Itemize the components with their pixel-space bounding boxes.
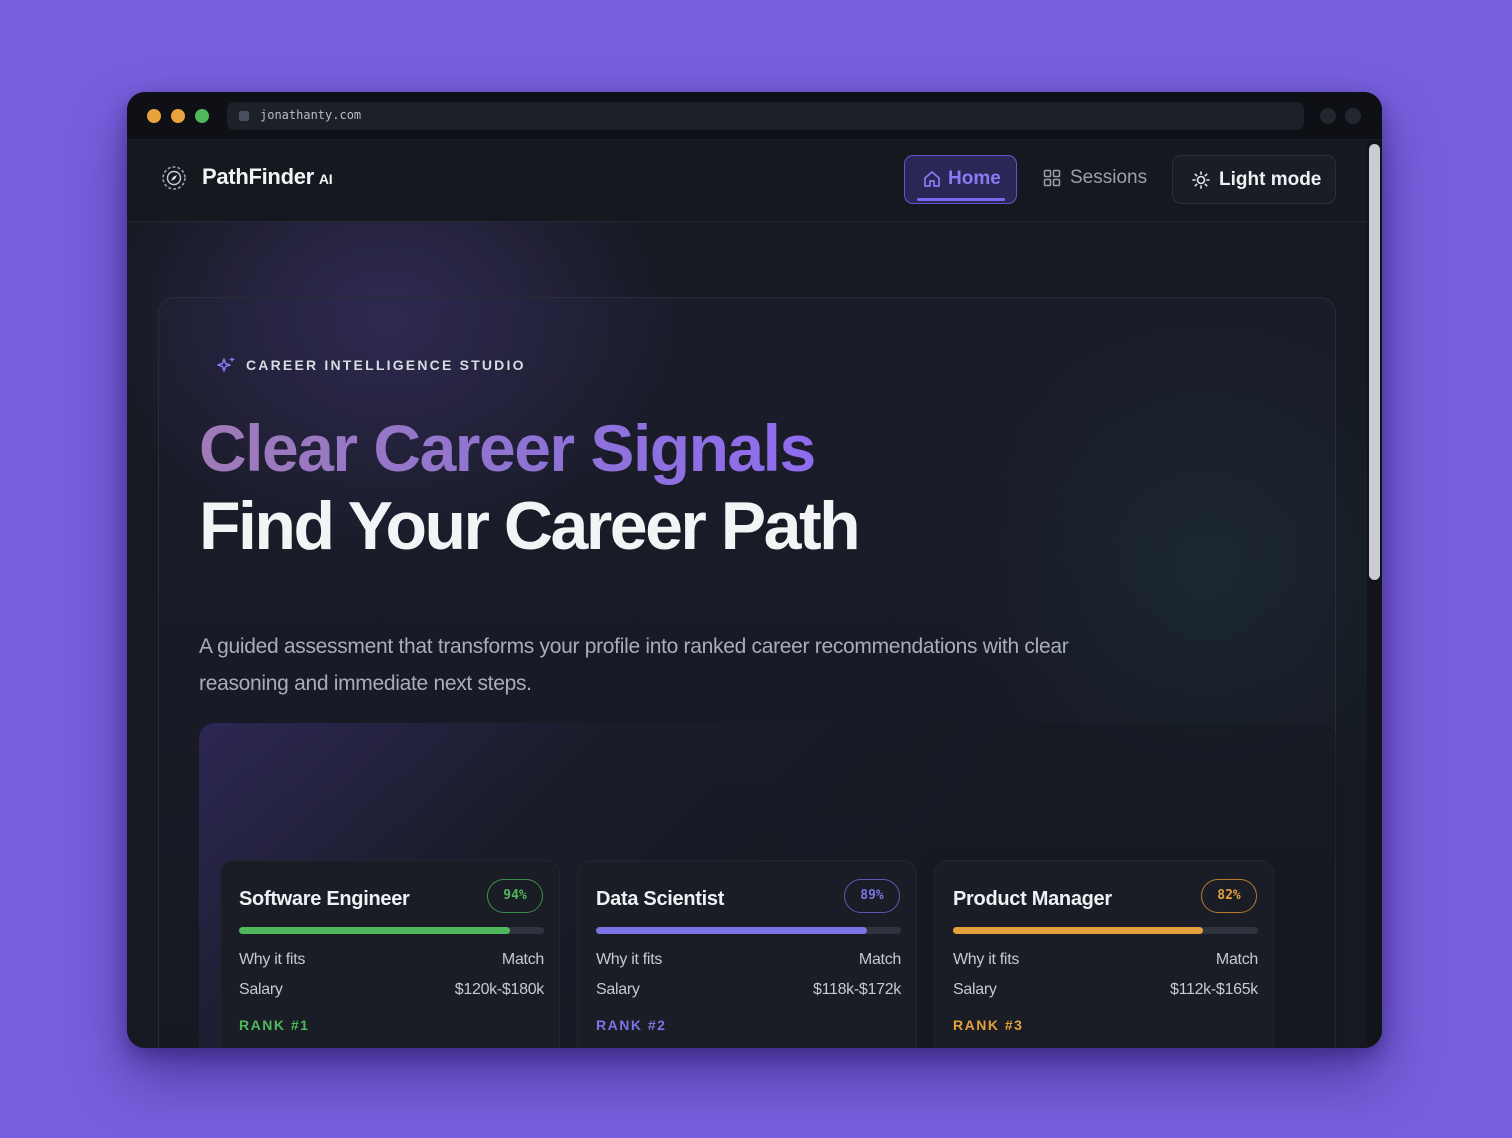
site-icon xyxy=(239,111,249,121)
maximize-window-button[interactable] xyxy=(195,109,209,123)
browser-control-button[interactable] xyxy=(1345,108,1361,124)
why-label: Why it fits xyxy=(239,951,306,968)
active-tab-indicator xyxy=(917,198,1005,201)
page-viewport: PathFinder AI Home Sessions Light mode C… xyxy=(127,140,1367,1048)
nav-sessions-label: Sessions xyxy=(1070,167,1148,188)
why-value: Match xyxy=(501,951,544,968)
browser-window: jonathanty.com PathFinder AI Home Sessio… xyxy=(127,92,1382,1048)
nav-home-button[interactable]: Home xyxy=(904,155,1017,204)
top-navbar: PathFinder AI Home Sessions Light mode xyxy=(127,140,1367,222)
sparkles-icon xyxy=(217,356,235,372)
why-value: Match xyxy=(858,951,901,968)
match-progress-bar xyxy=(239,927,544,934)
nav-sessions-button[interactable]: Sessions xyxy=(1043,155,1155,204)
match-badge: 94% xyxy=(487,879,543,913)
salary-label: Salary xyxy=(596,981,640,998)
theme-toggle-label: Light mode xyxy=(1219,169,1322,190)
hero-headline-gradient: Clear Career Signals xyxy=(199,411,816,485)
career-card[interactable]: Product Manager 82% Why it fits Match Sal… xyxy=(934,860,1274,1048)
scrollbar-thumb[interactable] xyxy=(1369,144,1380,580)
career-card[interactable]: Software Engineer 94% Why it fits Match S… xyxy=(220,860,560,1048)
rank-label: RANK #1 xyxy=(239,1017,310,1033)
minimize-window-button[interactable] xyxy=(171,109,185,123)
match-progress-fill xyxy=(953,927,1204,934)
hero-eyebrow: CAREER INTELLIGENCE STUDIO xyxy=(246,357,526,373)
salary-value: $112k-$165k xyxy=(1169,981,1258,998)
why-label: Why it fits xyxy=(596,951,663,968)
theme-toggle-button[interactable]: Light mode xyxy=(1172,155,1336,204)
why-label: Why it fits xyxy=(953,951,1020,968)
career-card[interactable]: Data Scientist 89% Why it fits Match Sala… xyxy=(577,860,917,1048)
compass-logo-icon xyxy=(162,166,186,190)
nav-home-label: Home xyxy=(948,168,1001,189)
match-progress-bar xyxy=(953,927,1258,934)
match-badge: 82% xyxy=(1201,879,1257,913)
address-bar[interactable]: jonathanty.com xyxy=(227,102,1304,130)
match-badge: 89% xyxy=(844,879,900,913)
career-title: Data Scientist xyxy=(596,888,725,910)
salary-label: Salary xyxy=(239,981,283,998)
brand-name[interactable]: PathFinder AI xyxy=(202,164,333,190)
match-progress-fill xyxy=(596,927,868,934)
why-value: Match xyxy=(1215,951,1258,968)
career-title: Product Manager xyxy=(953,888,1112,910)
close-window-button[interactable] xyxy=(147,109,161,123)
sun-icon xyxy=(1192,171,1210,189)
match-progress-bar xyxy=(596,927,901,934)
home-icon xyxy=(924,171,940,187)
salary-label: Salary xyxy=(953,981,997,998)
browser-titlebar: jonathanty.com xyxy=(127,92,1382,140)
rank-label: RANK #2 xyxy=(596,1017,667,1033)
salary-value: $118k-$172k xyxy=(812,981,901,998)
brand-suffix: AI xyxy=(318,171,333,187)
browser-control-button[interactable] xyxy=(1320,108,1336,124)
career-title: Software Engineer xyxy=(239,888,410,910)
hero-headline: Find Your Career Path xyxy=(199,488,861,564)
rank-label: RANK #3 xyxy=(953,1017,1024,1033)
grid-icon xyxy=(1043,169,1061,187)
salary-value: $120k-$180k xyxy=(454,981,545,998)
brand-title: PathFinder xyxy=(202,164,314,189)
hero-subtitle: A guided assessment that transforms your… xyxy=(199,635,1069,695)
match-progress-fill xyxy=(239,927,511,934)
url-text: jonathanty.com xyxy=(260,108,362,122)
